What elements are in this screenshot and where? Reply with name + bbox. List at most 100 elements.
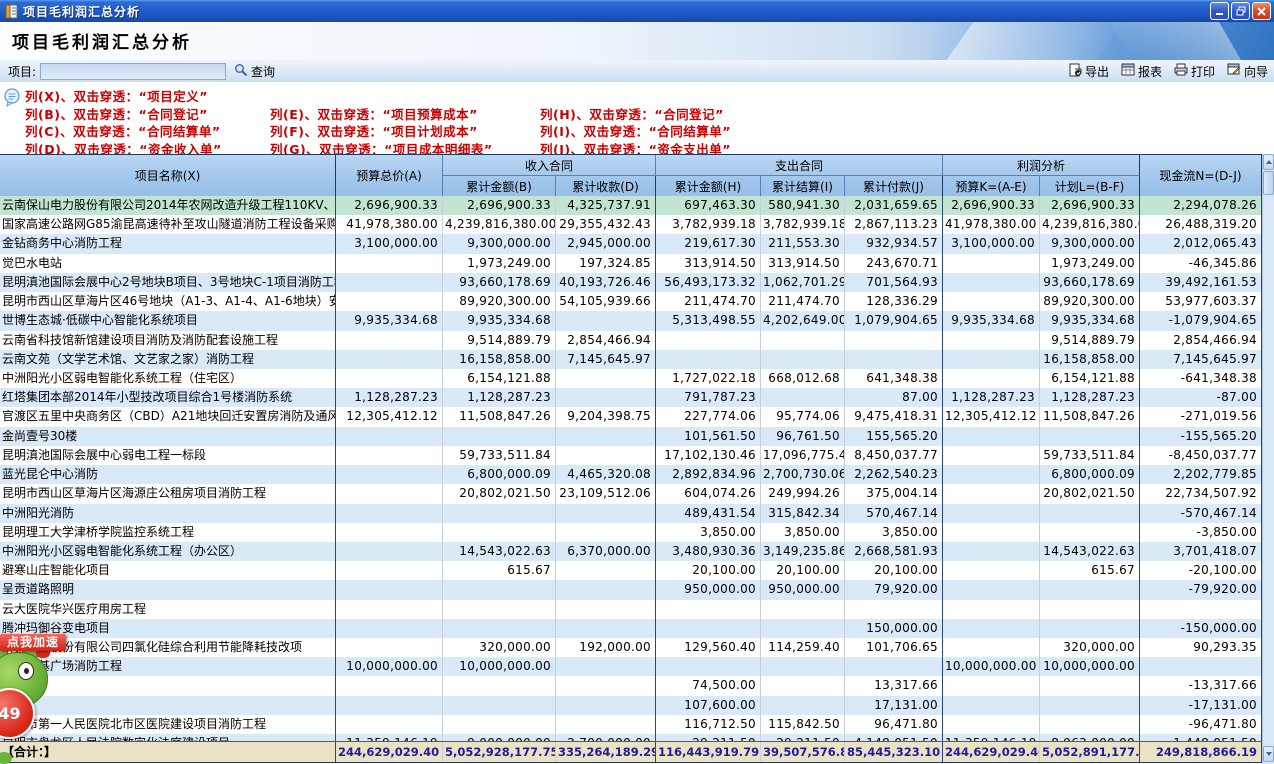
value-cell-a[interactable]: 10,000,000.00: [336, 657, 443, 676]
value-cell-b[interactable]: 14,543,022.63: [443, 542, 556, 561]
value-cell-h[interactable]: 227,774.06: [656, 407, 761, 426]
value-cell-j[interactable]: 3,850.00: [845, 523, 943, 542]
value-cell-k[interactable]: [943, 715, 1040, 734]
value-cell-b[interactable]: 1,128,287.23: [443, 388, 556, 407]
value-cell-h[interactable]: 101,561.50: [656, 427, 761, 446]
value-cell-d[interactable]: [556, 523, 656, 542]
value-cell-h[interactable]: 604,074.26: [656, 484, 761, 503]
value-cell-i[interactable]: 4,202,649.00: [761, 311, 845, 330]
value-cell-b[interactable]: [443, 600, 556, 619]
value-cell-h[interactable]: 5,313,498.55: [656, 311, 761, 330]
project-name-cell[interactable]: 昆明滇池国际会展中心2号地块B项目、3号地块C-1项目消防工程: [0, 273, 336, 292]
value-cell-d[interactable]: 7,145,645.97: [556, 350, 656, 369]
column-header-expense-settled[interactable]: 累计结算(I): [761, 176, 845, 196]
project-name-cell[interactable]: 蓝光昆仑中心消防: [0, 465, 336, 484]
value-cell-j[interactable]: 2,262,540.23: [845, 465, 943, 484]
value-cell-l[interactable]: 1,973,249.00: [1040, 254, 1140, 273]
project-name-cell[interactable]: 昆明市第一人民医院北市区医院建设项目消防工程: [0, 715, 336, 734]
value-cell-b[interactable]: [443, 696, 556, 715]
table-row[interactable]: 昆明滇池国际会展中心2号地块B项目、3号地块C-1项目消防工程 93,660,17…: [0, 273, 1262, 292]
value-cell-n[interactable]: [1140, 657, 1262, 676]
value-cell-a[interactable]: [336, 600, 443, 619]
value-cell-a[interactable]: 12,305,412.12: [336, 407, 443, 426]
value-cell-h[interactable]: [656, 657, 761, 676]
value-cell-l[interactable]: 9,935,334.68: [1040, 311, 1140, 330]
value-cell-n[interactable]: 2,294,078.26: [1140, 196, 1262, 215]
value-cell-k[interactable]: [943, 580, 1040, 599]
value-cell-i[interactable]: [761, 657, 845, 676]
value-cell-a[interactable]: 2,696,900.33: [336, 196, 443, 215]
value-cell-j[interactable]: [845, 600, 943, 619]
project-name-cell[interactable]: 金钻商务中心消防工程: [0, 234, 336, 253]
value-cell-k[interactable]: [943, 638, 1040, 657]
table-row[interactable]: 蓝光昆仑中心消防6,800,000.094,465,320.082,892,83…: [0, 465, 1262, 484]
restore-button[interactable]: [1231, 2, 1250, 20]
column-header-cashflow[interactable]: 现金流N=(D-J): [1140, 155, 1262, 196]
value-cell-h[interactable]: [656, 619, 761, 638]
table-row[interactable]: 呈贡道路照明950,000.00950,000.0079,920.00-79,9…: [0, 580, 1262, 599]
value-cell-h[interactable]: [656, 350, 761, 369]
value-cell-a[interactable]: [336, 254, 443, 273]
value-cell-b[interactable]: 11,508,847.26: [443, 407, 556, 426]
value-cell-i[interactable]: 20,100.00: [761, 561, 845, 580]
value-cell-k[interactable]: [943, 465, 1040, 484]
value-cell-d[interactable]: 197,324.85: [556, 254, 656, 273]
value-cell-n[interactable]: -20,100.00: [1140, 561, 1262, 580]
value-cell-h[interactable]: 56,493,173.32: [656, 273, 761, 292]
value-cell-h[interactable]: 116,443,919.79: [656, 742, 761, 762]
print-button[interactable]: 打印: [1174, 63, 1215, 80]
value-cell-a[interactable]: [336, 561, 443, 580]
value-cell-j[interactable]: 20,100.00: [845, 561, 943, 580]
project-name-cell[interactable]: 呈贡道路照明: [0, 580, 336, 599]
value-cell-j[interactable]: 2,031,659.65: [845, 196, 943, 215]
table-row[interactable]: 国家高速公路网G85渝昆高速待补至攻山隧道消防工程设备采购及41,978,380…: [0, 215, 1262, 234]
value-cell-h[interactable]: 129,560.40: [656, 638, 761, 657]
value-cell-k[interactable]: [943, 619, 1040, 638]
value-cell-h[interactable]: 489,431.54: [656, 504, 761, 523]
value-cell-k[interactable]: [943, 676, 1040, 695]
table-row[interactable]: 腾冲玛御谷变电项目150,000.00-150,000.00: [0, 619, 1262, 638]
value-cell-b[interactable]: 20,802,021.50: [443, 484, 556, 503]
column-header-income-amount[interactable]: 累计金额(B): [443, 176, 556, 196]
table-row[interactable]: 金尚壹号30楼101,561.5096,761.50155,565.20-155…: [0, 427, 1262, 446]
table-row[interactable]: 昆明市西山区草海片区46号地块（A1-3、A1-4、A1-6地块）安置89,92…: [0, 292, 1262, 311]
scroll-up-button[interactable]: [1263, 154, 1274, 170]
value-cell-b[interactable]: 9,935,334.68: [443, 311, 556, 330]
project-name-cell[interactable]: 世博生态城·低碳中心智能化系统项目: [0, 311, 336, 330]
value-cell-a[interactable]: [336, 331, 443, 350]
value-cell-a[interactable]: 1,128,287.23: [336, 388, 443, 407]
value-cell-j[interactable]: 1,079,904.65: [845, 311, 943, 330]
value-cell-i[interactable]: [761, 600, 845, 619]
value-cell-d[interactable]: 192,000.00: [556, 638, 656, 657]
value-cell-k[interactable]: 10,000,000.00: [943, 657, 1040, 676]
value-cell-k[interactable]: [943, 427, 1040, 446]
value-cell-d[interactable]: 9,204,398.75: [556, 407, 656, 426]
value-cell-d[interactable]: [556, 388, 656, 407]
value-cell-l[interactable]: [1040, 676, 1140, 695]
value-cell-b[interactable]: [443, 523, 556, 542]
value-cell-l[interactable]: 320,000.00: [1040, 638, 1140, 657]
value-cell-d[interactable]: [556, 446, 656, 465]
value-cell-b[interactable]: 1,973,249.00: [443, 254, 556, 273]
value-cell-j[interactable]: 150,000.00: [845, 619, 943, 638]
value-cell-j[interactable]: 4,148,051.50: [845, 734, 943, 741]
close-button[interactable]: [1252, 2, 1271, 20]
table-row[interactable]: 昆明市西山区草海片区海源庄公租房项目消防工程20,802,021.5023,10…: [0, 484, 1262, 503]
value-cell-l[interactable]: 20,802,021.50: [1040, 484, 1140, 503]
value-cell-d[interactable]: [556, 311, 656, 330]
value-cell-d[interactable]: 4,325,737.91: [556, 196, 656, 215]
value-cell-j[interactable]: [845, 657, 943, 676]
value-cell-h[interactable]: 697,463.30: [656, 196, 761, 215]
value-cell-i[interactable]: 39,507,576.87: [761, 742, 845, 762]
value-cell-j[interactable]: 375,004.14: [845, 484, 943, 503]
value-cell-i[interactable]: 668,012.68: [761, 369, 845, 388]
export-button[interactable]: 导出: [1069, 63, 1109, 80]
value-cell-k[interactable]: [943, 504, 1040, 523]
value-cell-k[interactable]: 11,359,146.19: [943, 734, 1040, 741]
value-cell-a[interactable]: 11,359,146.19: [336, 734, 443, 741]
table-row[interactable]: 昆明市第一人民医院北市区医院建设项目消防工程116,712.50115,842.…: [0, 715, 1262, 734]
value-cell-l[interactable]: 5,052,891,177.75: [1040, 742, 1140, 762]
value-cell-l[interactable]: 93,660,178.69: [1040, 273, 1140, 292]
table-row[interactable]: 中洲阳光小区弱电智能化系统工程（住宅区）6,154,121.881,727,02…: [0, 369, 1262, 388]
value-cell-b[interactable]: 59,733,511.84: [443, 446, 556, 465]
